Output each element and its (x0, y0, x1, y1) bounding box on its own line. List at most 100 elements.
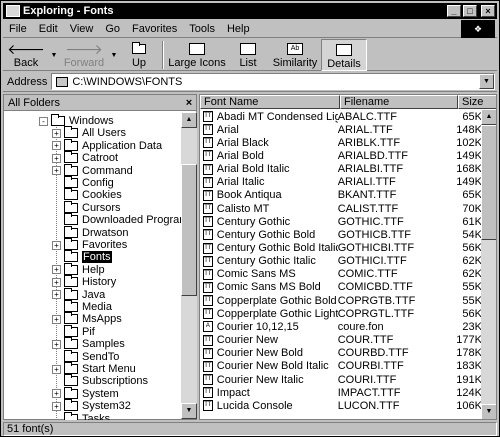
expand-icon[interactable]: + (52, 277, 61, 287)
list-scroll-down-button[interactable]: ▼ (481, 404, 496, 419)
tree-item[interactable]: Cookies (52, 188, 122, 201)
font-row[interactable]: TT Arial Bold Italic ARIALBI.TTF 168K (200, 163, 482, 176)
scroll-down-button[interactable]: ▼ (181, 403, 197, 419)
font-row[interactable]: TT Century Gothic Italic GOTHICI.TTF 62K (200, 255, 482, 268)
font-row[interactable]: TT Calisto MT CALIST.TTF 70K (200, 202, 482, 215)
list-view-button[interactable]: List (227, 39, 269, 71)
tree-item[interactable]: + System (52, 386, 119, 400)
font-row[interactable]: TT Arial Bold ARIALBD.TTF 149K (200, 149, 482, 162)
menu-file[interactable]: File (3, 23, 33, 35)
font-row[interactable]: TT Century Gothic Bold GOTHICB.TTF 54K (200, 228, 482, 241)
back-button[interactable]: 🡐 Back (3, 39, 49, 71)
font-row[interactable]: TT Arial Black ARIBLK.TTF 102K (200, 136, 482, 149)
list-scroll-thumb[interactable] (481, 125, 496, 240)
expand-icon[interactable]: + (52, 290, 61, 300)
tree-item[interactable]: SendTo (52, 349, 119, 363)
expand-icon[interactable]: + (52, 166, 61, 176)
tree-item[interactable]: Tasks (52, 411, 110, 420)
up-button[interactable]: Up (119, 39, 159, 71)
title-bar[interactable]: Exploring - Fonts _ □ × (3, 3, 497, 19)
menu-help[interactable]: Help (221, 23, 256, 35)
tree-item[interactable]: + Catroot (52, 151, 118, 164)
address-field[interactable]: C:\WINDOWS\FONTS ▼ (51, 73, 495, 90)
menu-favorites[interactable]: Favorites (126, 23, 183, 35)
expand-icon[interactable]: + (52, 339, 61, 349)
tree-item[interactable]: + Application Data (52, 138, 162, 152)
expand-icon[interactable]: + (52, 265, 61, 275)
tree-item[interactable]: + Samples (52, 337, 125, 350)
font-row[interactable]: TT Century Gothic Bold Italic GOTHICBI.TTF… (200, 242, 482, 255)
minimize-button[interactable]: _ (447, 5, 461, 17)
column-font-name[interactable]: Font Name (200, 95, 340, 109)
tree-item[interactable]: + History (52, 275, 116, 288)
tree-item[interactable]: Media (52, 300, 112, 313)
tree-item[interactable]: Downloaded Program Files (52, 213, 182, 226)
font-row[interactable]: A Courier 10,12,15 coure.fon 23K (200, 320, 482, 333)
expand-icon[interactable]: + (52, 128, 61, 138)
font-row[interactable]: TT Copperplate Gothic Light COPRGTL.TTF 56K (200, 307, 482, 320)
tree-item[interactable]: Pif (52, 324, 95, 338)
font-row[interactable]: TT Lucida Console LUCON.TTF 106K (200, 399, 482, 412)
font-row[interactable]: TT Courier New Bold COURBD.TTF 178K (200, 347, 482, 360)
collapse-icon[interactable]: - (39, 116, 48, 126)
font-row[interactable]: TT Comic Sans MS COMIC.TTF 62K (200, 268, 482, 281)
close-pane-button[interactable]: × (182, 97, 196, 109)
tree-item[interactable]: Subscriptions (52, 374, 148, 387)
list-scrollbar[interactable]: ▲ ▼ (481, 109, 496, 419)
font-row[interactable]: TT Arial ARIAL.TTF 148K (200, 123, 482, 136)
expand-icon[interactable]: + (52, 389, 61, 399)
font-row[interactable]: TT Courier New COUR.TTF 177K (200, 334, 482, 347)
scroll-up-button[interactable]: ▲ (181, 112, 197, 128)
font-row[interactable]: TT Comic Sans MS Bold COMICBD.TTF 55K (200, 281, 482, 294)
expand-icon[interactable]: + (52, 240, 61, 250)
back-dropdown[interactable]: ▼ (49, 39, 59, 71)
close-button[interactable]: × (481, 5, 495, 17)
similarity-button[interactable]: Ab Similarity (269, 39, 321, 71)
tree-item[interactable]: Fonts (52, 250, 112, 264)
forward-button[interactable]: 🡒 Forward (59, 39, 109, 71)
tree-item[interactable]: + MsApps (52, 312, 122, 325)
tree-item[interactable]: + Favorites (52, 238, 127, 251)
tree-item[interactable]: Config (52, 176, 114, 189)
font-row[interactable]: TT Arial Italic ARIALI.TTF 149K (200, 176, 482, 189)
tree-item[interactable]: + System32 (52, 399, 131, 412)
menu-view[interactable]: View (64, 23, 100, 35)
column-filename[interactable]: Filename (340, 95, 458, 109)
tree-item[interactable]: + Java (52, 287, 105, 301)
expand-icon[interactable]: + (52, 364, 61, 374)
tree-item[interactable]: + Start Menu (52, 362, 136, 375)
column-size[interactable]: Size (458, 95, 496, 109)
list-scroll-up-button[interactable]: ▲ (481, 109, 496, 125)
font-row[interactable]: TT Impact IMPACT.TTF 124K (200, 386, 482, 399)
tree-scroll-thumb[interactable] (181, 164, 197, 296)
font-row[interactable]: TT Abadi MT Condensed Light ABALC.TTF 65K (200, 110, 482, 123)
menu-edit[interactable]: Edit (33, 23, 64, 35)
large-icons-button[interactable]: Large Icons (167, 39, 227, 71)
address-dropdown-button[interactable]: ▼ (479, 74, 494, 89)
font-row[interactable]: TT Book Antiqua BKANT.TTF 65K (200, 189, 482, 202)
tree-item[interactable]: - Windows (39, 114, 114, 127)
expand-icon[interactable]: + (52, 153, 61, 163)
expand-icon[interactable]: + (52, 141, 61, 151)
tree-item[interactable]: + Command (52, 163, 133, 177)
font-row[interactable]: TT Courier New Italic COURI.TTF 191K (200, 373, 482, 386)
tree-item[interactable]: + Help (52, 262, 105, 276)
details-view-button[interactable]: Details (321, 39, 367, 71)
font-row[interactable]: TT Copperplate Gothic Bold COPRGTB.TTF 55K (200, 294, 482, 307)
menu-go[interactable]: Go (99, 23, 126, 35)
expand-icon[interactable]: + (52, 401, 61, 411)
similarity-label: Similarity (272, 57, 318, 69)
tree-item[interactable]: Cursors (52, 200, 121, 214)
tree-scrollbar[interactable]: ▲ ▼ (181, 112, 197, 419)
menu-tools[interactable]: Tools (183, 23, 221, 35)
tree-item[interactable]: Drwatson (52, 225, 128, 239)
address-value[interactable]: C:\WINDOWS\FONTS (72, 76, 479, 88)
font-row[interactable]: TT Courier New Bold Italic COURBI.TTF 183K (200, 360, 482, 373)
maximize-button[interactable]: □ (463, 5, 477, 17)
font-file-icon: TT (203, 374, 213, 385)
font-row[interactable]: TT Century Gothic GOTHIC.TTF 61K (200, 215, 482, 228)
forward-dropdown[interactable]: ▼ (109, 39, 119, 71)
tree-item[interactable]: + All Users (52, 126, 126, 139)
expand-icon[interactable]: + (52, 314, 61, 324)
large-icons-label: Large Icons (168, 57, 226, 69)
